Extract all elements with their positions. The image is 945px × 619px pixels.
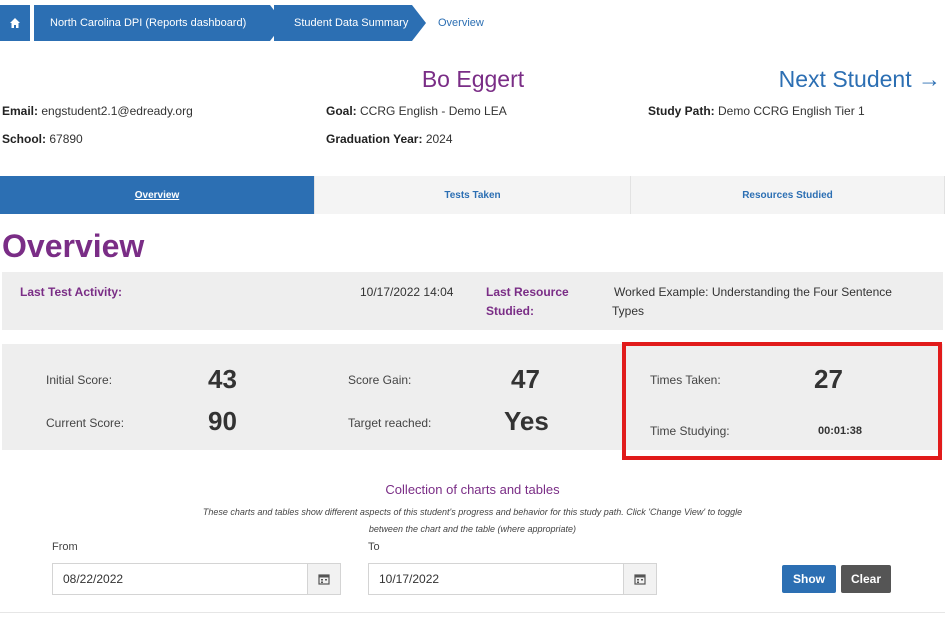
home-icon-button[interactable] [0, 5, 30, 41]
to-label: To [368, 541, 380, 553]
email-label: Email: [2, 104, 39, 118]
graduation-year-label: Graduation Year: [326, 132, 423, 146]
student-name: Bo Eggert [421, 66, 525, 92]
from-label: From [52, 541, 78, 553]
goal-value: CCRG English - Demo LEA [360, 104, 507, 118]
to-calendar-button[interactable] [623, 563, 657, 595]
initial-score-label: Initial Score: [46, 373, 113, 387]
breadcrumb-item-student-data-summary[interactable]: Student Data Summary [274, 5, 426, 41]
from-date-input[interactable]: 08/22/2022 [52, 563, 308, 595]
last-resource-label-line2: Studied: [486, 304, 534, 318]
initial-score-value: 43 [208, 364, 237, 394]
student-goal: Goal: CCRG English - Demo LEA [326, 104, 507, 118]
target-reached-label: Target reached: [348, 416, 432, 430]
school-value: 67890 [49, 132, 83, 146]
email-value: engstudent2.1@edready.org [41, 104, 193, 118]
current-score-label: Current Score: [46, 416, 125, 430]
current-score-value: 90 [208, 406, 237, 436]
tab-resources-studied[interactable]: Resources Studied [631, 176, 945, 214]
last-resource-value-line1: Worked Example: Understanding the Four S… [614, 285, 892, 299]
last-test-activity-label: Last Test Activity: [20, 285, 123, 299]
student-email: Email: engstudent2.1@edready.org [2, 104, 193, 118]
next-student-link[interactable]: Next Student → [779, 66, 941, 93]
graduation-year-value: 2024 [425, 132, 453, 146]
goal-label: Goal: [326, 104, 357, 118]
school-label: School: [2, 132, 46, 146]
tab-overview[interactable]: Overview [0, 176, 315, 214]
score-gain-value: 47 [511, 364, 540, 394]
to-date-input[interactable]: 10/17/2022 [368, 563, 624, 595]
calendar-icon [318, 574, 330, 585]
last-resource-label-line1: Last Resource [486, 285, 569, 299]
section-title: Overview [2, 228, 145, 264]
last-resource-value-line2: Types [612, 304, 645, 318]
activity-panel: Last Test Activity: 10/17/2022 14:04 Las… [2, 272, 943, 330]
highlight-box [622, 342, 942, 460]
show-button[interactable]: Show [782, 565, 836, 593]
breadcrumb: North Carolina DPI (Reports dashboard) S… [0, 5, 484, 41]
student-graduation-year: Graduation Year: 2024 [326, 132, 453, 146]
breadcrumb-item-reports-dashboard[interactable]: North Carolina DPI (Reports dashboard) [34, 5, 284, 41]
last-test-activity-value: 10/17/2022 14:04 [360, 285, 454, 299]
study-path-value: Demo CCRG English Tier 1 [718, 104, 865, 118]
divider [0, 612, 945, 613]
home-icon [10, 18, 20, 28]
student-study-path: Study Path: Demo CCRG English Tier 1 [648, 104, 865, 118]
breadcrumb-current: Overview [438, 17, 484, 29]
tab-bar: Overview Tests Taken Resources Studied [0, 176, 945, 214]
calendar-icon [634, 574, 646, 585]
score-gain-label: Score Gain: [348, 373, 412, 387]
from-calendar-button[interactable] [307, 563, 341, 595]
collection-description-line1: These charts and tables show different a… [202, 507, 743, 517]
clear-button[interactable]: Clear [841, 565, 891, 593]
target-reached-value: Yes [504, 406, 549, 436]
collection-title: Collection of charts and tables [385, 482, 560, 497]
collection-description: These charts and tables show different a… [140, 504, 805, 538]
collection-description-line2: between the chart and the table (where a… [368, 524, 577, 534]
student-school: School: 67890 [2, 132, 83, 146]
tab-tests-taken[interactable]: Tests Taken [315, 176, 631, 214]
study-path-label: Study Path: [648, 104, 715, 118]
